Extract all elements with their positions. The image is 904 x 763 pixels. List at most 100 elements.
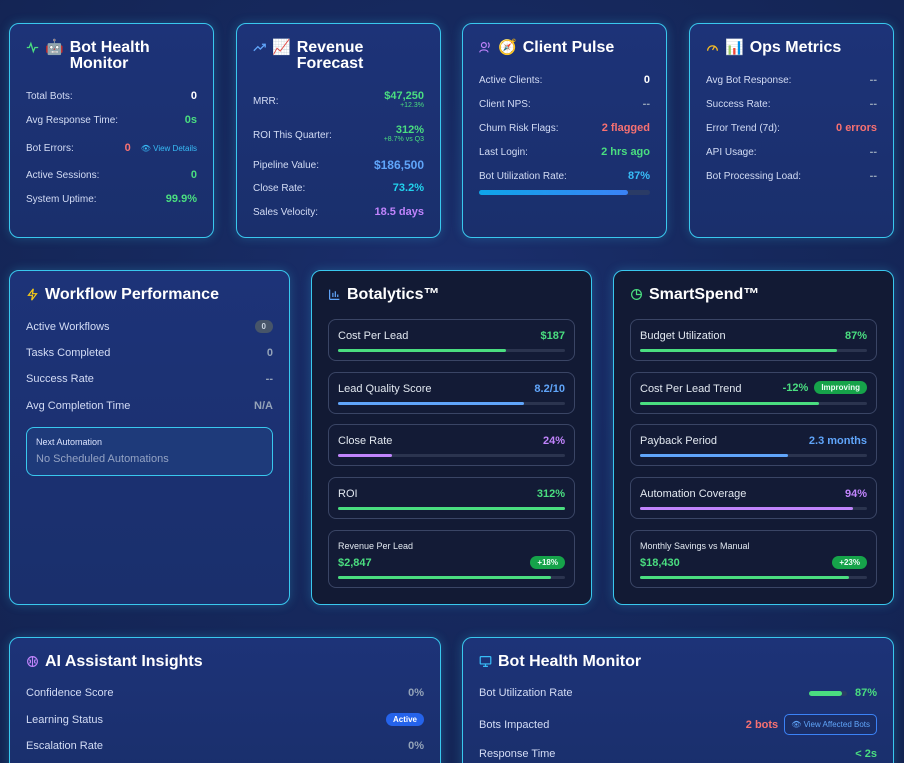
bot-health-monitor-title: Bot Health Monitor [479, 654, 881, 670]
metric-value: -12% [782, 381, 809, 394]
smartspend-title: SmartSpend™ [630, 287, 881, 303]
metric-bar-fill [338, 507, 565, 510]
trend-up-icon [253, 41, 266, 54]
row-label: Error Trend (7d): [706, 122, 780, 134]
metric-payback-period: Payback Period 2.3 months [630, 424, 877, 466]
bot-health-title-2: Monitor [69, 55, 129, 72]
tasks-completed-row: Tasks Completed 0 [26, 347, 273, 359]
row-label: Active Clients: [479, 74, 543, 86]
metric-label: Cost Per Lead [338, 330, 409, 342]
row-label: Avg Completion Time [26, 400, 131, 412]
next-automation-box[interactable]: Next Automation No Scheduled Automations [26, 427, 273, 476]
metric-value: $2,847 [338, 557, 372, 569]
ops-title: 📊 Ops Metrics [706, 40, 881, 56]
metric-bar-fill [640, 402, 820, 405]
row-value: 2 hrs ago [601, 146, 650, 158]
gauge-icon [706, 41, 719, 54]
response-time-row: Response Time < 2s [479, 748, 877, 760]
avg-completion-row: Avg Completion Time N/A [26, 400, 273, 412]
metric-bar-fill [640, 507, 854, 510]
row-label: Avg Bot Response: [706, 74, 792, 86]
row-value: -- [265, 373, 273, 385]
chart-emoji-icon: 📈 [272, 39, 291, 56]
utilization-mini-bar-fill [808, 690, 843, 696]
metric-revenue-per-lead: Revenue Per Lead $2,847 +18% [328, 530, 575, 588]
pipeline-row: Pipeline Value: $186,500 [253, 158, 424, 172]
utilization-row: Bot Utilization Rate 87% [479, 687, 877, 699]
metric-monthly-savings: Monthly Savings vs Manual $18,430 +23% [630, 530, 877, 588]
growth-badge: +23% [832, 556, 867, 569]
view-affected-bots-button[interactable]: 👁 View Affected Bots [784, 714, 877, 735]
view-details-link[interactable]: 👁 View Details [141, 144, 197, 153]
revenue-forecast-card: 📈 Revenue Forecast MRR: $47,250 +12.3% ROI… [236, 23, 441, 238]
client-nps-row: Client NPS: -- [479, 98, 650, 110]
bots-impacted-row: Bots Impacted 2 bots 👁 View Affected Bot… [479, 714, 877, 735]
revenue-title-2: Forecast [296, 55, 364, 72]
metric-value: $187 [540, 330, 565, 342]
growth-badge: +18% [530, 556, 565, 569]
row-label: Success Rate [26, 373, 94, 385]
row-value: -- [642, 98, 650, 110]
row-value: $186,500 [373, 158, 424, 172]
ops-metrics-card: 📊 Ops Metrics Avg Bot Response: -- Succes… [689, 23, 894, 238]
metric-bar-fill [338, 454, 393, 457]
metric-cost-per-lead: Cost Per Lead $187 [328, 319, 575, 361]
row-label: ROI This Quarter: [253, 130, 332, 141]
compass-icon: 🧭 [498, 39, 517, 56]
metric-label: Monthly Savings vs Manual [640, 541, 750, 551]
row-value: 0 [643, 74, 650, 86]
metric-bar-fill [338, 349, 506, 352]
row-value: 87% [627, 170, 650, 182]
row-label: Bot Processing Load: [706, 170, 802, 182]
row-value: 0s [184, 114, 197, 126]
row-value: -- [869, 146, 877, 158]
users-icon [479, 41, 492, 54]
row-value: 0 [190, 90, 197, 102]
metric-bar [338, 349, 565, 352]
row-label: Client NPS: [479, 98, 531, 110]
bot-health-monitor-title-text: Bot Health Monitor [498, 653, 642, 670]
uptime-row: System Uptime: 99.9% [26, 193, 197, 205]
row-label: Bot Utilization Rate: [479, 170, 567, 182]
revenue-title-1: Revenue [296, 39, 364, 56]
row-label: Pipeline Value: [253, 159, 319, 171]
churn-risk-row: Churn Risk Flags: 2 flagged [479, 122, 650, 134]
metric-label: ROI [338, 488, 358, 500]
roi-row: ROI This Quarter: 312% +8.7% vs Q3 [253, 124, 424, 143]
workflow-card: Workflow Performance Active Workflows 0 T… [9, 270, 290, 605]
ai-title: AI Assistant Insights [26, 654, 428, 670]
metric-bar-fill [338, 576, 552, 579]
metric-bar-fill [640, 576, 849, 579]
escalation-row: Escalation Rate 0% [26, 740, 424, 752]
row-value: 0 [124, 142, 131, 154]
row-label: Total Bots: [26, 90, 73, 102]
ai-title-text: AI Assistant Insights [45, 653, 203, 670]
metric-value: 94% [844, 488, 867, 500]
active-sessions-row: Active Sessions: 0 [26, 169, 197, 181]
active-clients-row: Active Clients: 0 [479, 74, 650, 86]
row-value: -- [869, 74, 877, 86]
workflow-count-badge: 0 [254, 320, 273, 333]
success-rate-row: Success Rate -- [26, 373, 273, 385]
bar-chart-emoji-icon: 📊 [725, 39, 744, 56]
metric-bar [338, 454, 565, 457]
learning-status-badge: Active [385, 713, 424, 726]
pie-chart-icon [630, 288, 643, 301]
metric-value: 2.3 months [808, 435, 867, 447]
metric-bar-fill [640, 454, 788, 457]
metric-automation-coverage: Automation Coverage 94% [630, 477, 877, 519]
row-value: 0 errors [836, 122, 877, 134]
view-affected-bots-label: View Affected Bots [803, 720, 870, 729]
bot-health-title-1: Bot Health [69, 39, 150, 56]
active-workflows-row: Active Workflows 0 [26, 320, 273, 333]
row-label: Active Sessions: [26, 169, 100, 181]
metric-value: $18,430 [640, 557, 680, 569]
error-trend-row: Error Trend (7d): 0 errors [706, 122, 877, 134]
velocity-row: Sales Velocity: 18.5 days [253, 206, 424, 218]
utilization-mini-bar [808, 690, 847, 696]
metric-label: Lead Quality Score [338, 383, 432, 395]
view-details-label: View Details [153, 143, 197, 153]
metric-label: Automation Coverage [640, 488, 747, 500]
row-label: Confidence Score [26, 687, 114, 699]
metric-bar [338, 507, 565, 510]
